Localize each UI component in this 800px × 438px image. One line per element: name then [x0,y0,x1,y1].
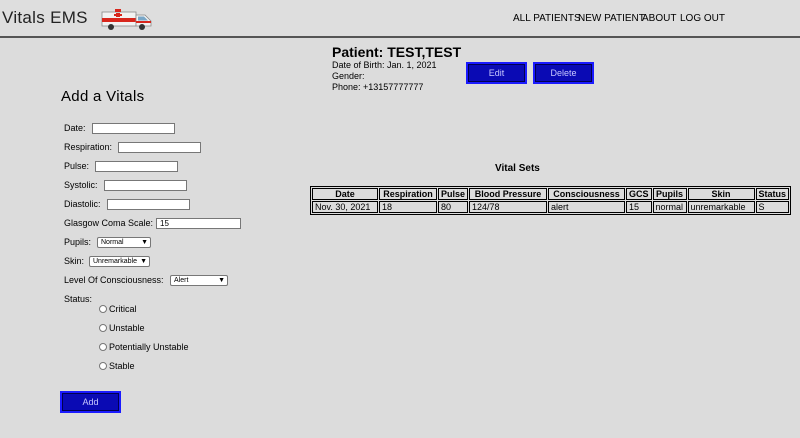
col-consciousness: Consciousness [548,188,626,200]
chevron-down-icon: ▼ [141,239,148,246]
col-date: Date [312,188,378,200]
status-option-unstable: Unstable [109,323,145,333]
cell-status: S [755,201,790,213]
status-option-potentially-unstable: Potentially Unstable [109,342,189,352]
cell-respiration: 18 [379,201,437,213]
cell-consciousness: alert [548,201,626,213]
nav-about[interactable]: ABOUT [642,13,676,24]
patient-name: Patient: TEST,TEST [332,44,462,60]
col-blood-pressure: Blood Pressure [469,188,548,200]
pulse-label: Pulse: [64,161,90,171]
systolic-input[interactable] [104,180,187,191]
patient-gender: Gender: [332,71,365,81]
table-header-row: Date Respiration Pulse Blood Pressure Co… [312,188,790,200]
status-option-critical: Critical [109,304,137,314]
pupils-label: Pupils: [64,237,92,247]
edit-patient-button[interactable]: Edit [466,62,527,84]
vital-sets-table: Date Respiration Pulse Blood Pressure Co… [310,186,792,215]
pulse-input[interactable] [95,161,178,172]
gcs-input[interactable]: 15 [156,218,241,229]
cell-blood-pressure: 124/78 [469,201,548,213]
loc-selected: Alert [174,277,189,284]
skin-select[interactable]: Unremarkable ▼ [89,256,150,267]
date-input[interactable] [92,123,175,134]
vital-sets-title: Vital Sets [495,163,540,174]
respiration-input[interactable] [118,142,201,153]
col-gcs: GCS [626,188,652,200]
gcs-label: Glasgow Coma Scale: [64,218,154,228]
patient-info: Patient: TEST,TEST Date of Birth: Jan. 1… [332,44,461,93]
cell-date: Nov. 30, 2021 [312,201,378,213]
col-pupils: Pupils [652,188,687,200]
chevron-down-icon: ▼ [140,258,147,265]
date-label: Date: [64,123,86,133]
patient-phone: Phone: +13157777777 [332,82,424,92]
loc-select[interactable]: Alert ▼ [170,275,228,286]
col-pulse: Pulse [438,188,469,200]
ambulance-icon [101,9,152,30]
status-radio-unstable[interactable] [99,324,107,332]
nav-log-out[interactable]: LOG OUT [680,13,725,24]
diastolic-label: Diastolic: [64,199,101,209]
nav-all-patients[interactable]: ALL PATIENTS [513,13,581,24]
chevron-down-icon: ▼ [218,277,225,284]
pupils-selected: Normal [101,239,124,246]
respiration-label: Respiration: [64,142,113,152]
systolic-label: Systolic: [64,180,98,190]
top-navbar: Vitals EMS ALL PATIENTS NEW PATIENT ABOU… [0,0,800,38]
diastolic-input[interactable] [107,199,190,210]
col-skin: Skin [687,188,755,200]
skin-selected: Unremarkable [93,258,137,265]
status-radio-stable[interactable] [99,362,107,370]
brand-title[interactable]: Vitals EMS [2,8,88,28]
status-label: Status: [64,294,93,304]
cell-gcs: 15 [626,201,652,213]
skin-label: Skin: [64,256,85,266]
pupils-select[interactable]: Normal ▼ [97,237,151,248]
patient-dob: Date of Birth: Jan. 1, 2021 [332,60,437,70]
loc-label: Level Of Consciousness: [64,275,164,285]
status-radio-critical[interactable] [99,305,107,313]
col-respiration: Respiration [379,188,437,200]
status-radio-potentially-unstable[interactable] [99,343,107,351]
cell-skin: unremarkable [687,201,755,213]
table-row: Nov. 30, 2021 18 80 124/78 alert 15 norm… [312,201,790,213]
add-vitals-button[interactable]: Add [60,391,121,413]
delete-patient-button[interactable]: Delete [533,62,594,84]
cell-pulse: 80 [438,201,469,213]
col-status: Status [755,188,790,200]
nav-new-patient[interactable]: NEW PATIENT [578,13,645,24]
cell-pupils: normal [652,201,687,213]
form-title: Add a Vitals [61,88,145,105]
status-option-stable: Stable [109,361,135,371]
